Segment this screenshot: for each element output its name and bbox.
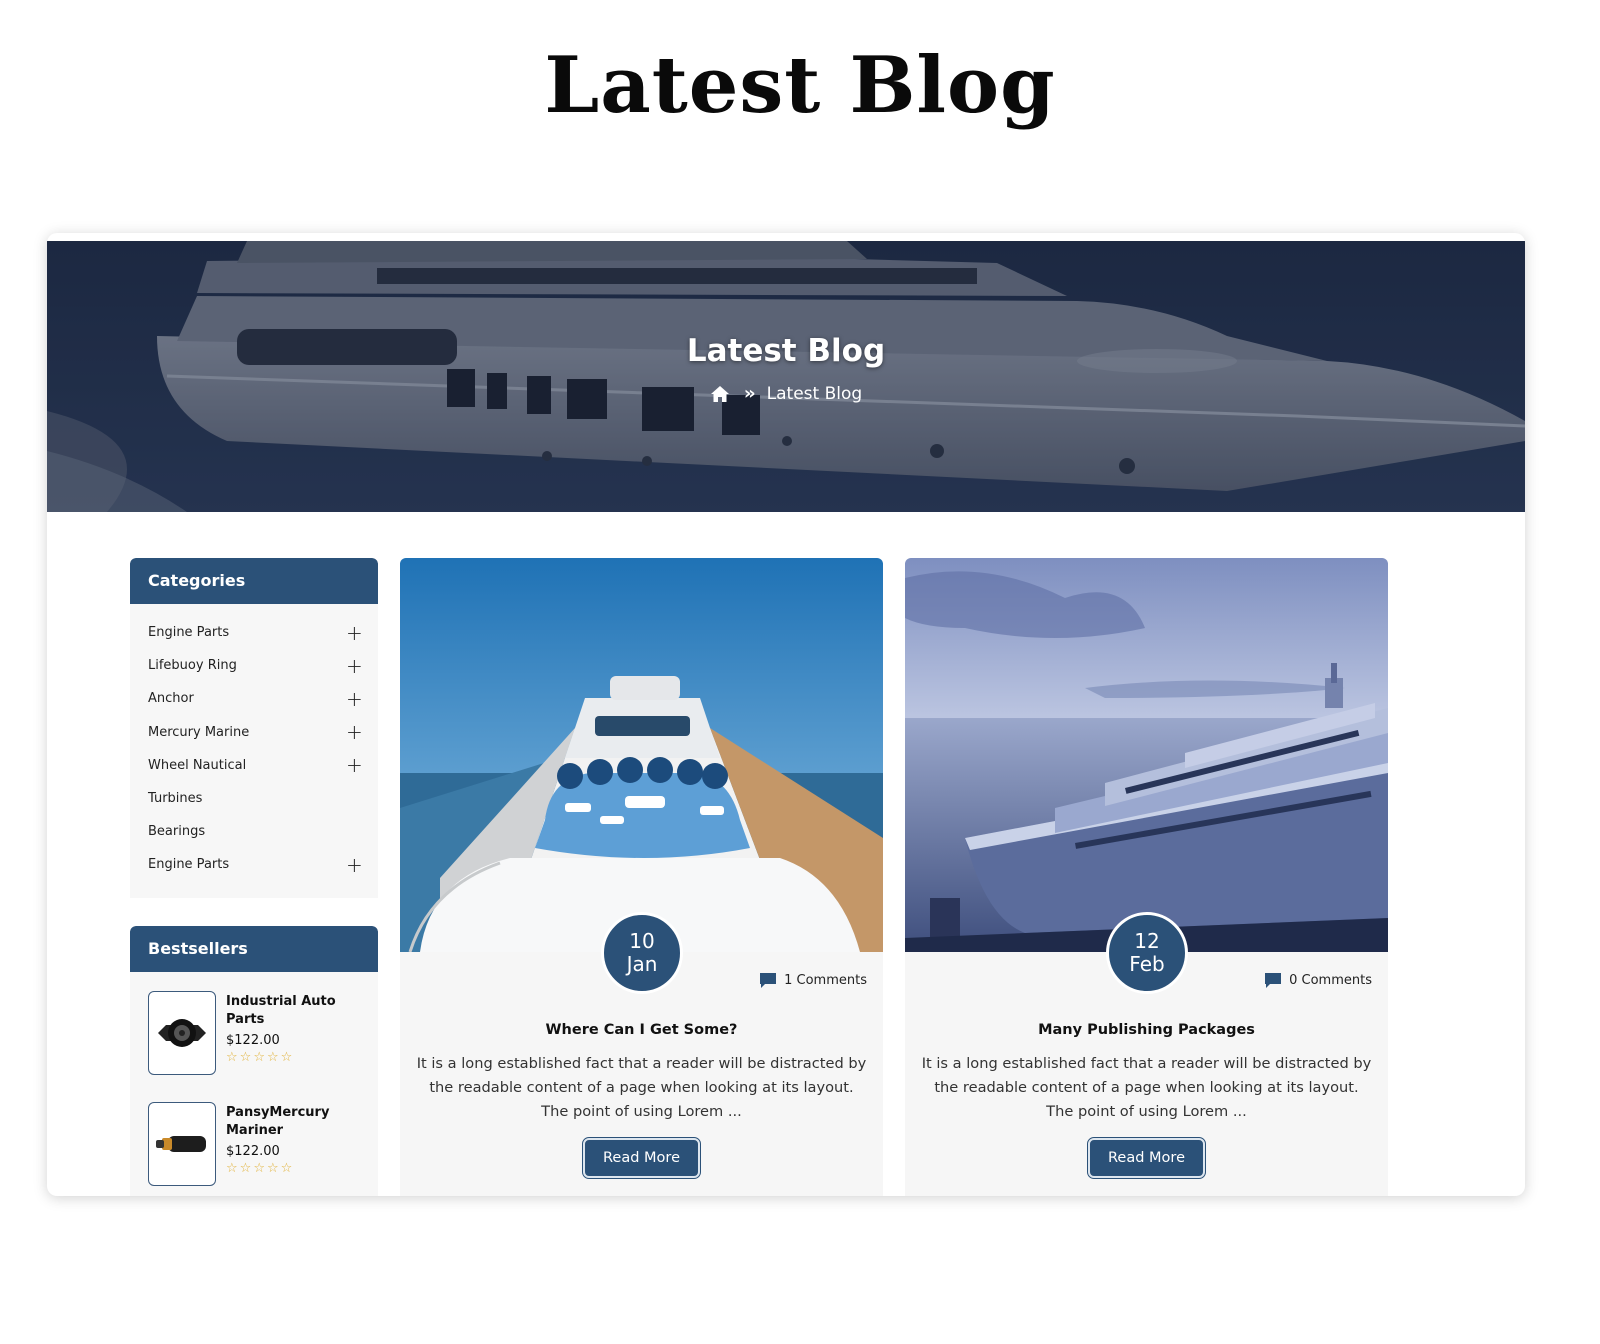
category-label[interactable]: Anchor	[148, 691, 194, 706]
star-icon: ☆	[226, 1050, 240, 1065]
category-label[interactable]: Wheel Nautical	[148, 758, 246, 773]
star-icon: ☆	[280, 1050, 295, 1065]
star-icon: ☆	[266, 1161, 281, 1176]
star-icon: ☆	[239, 1050, 254, 1065]
product-price: $122.00	[226, 1144, 280, 1159]
categories-list: Engine Parts + Lifebuoy Ring + Anchor + Mercur…	[130, 604, 378, 892]
comment-icon	[1265, 973, 1282, 988]
bestseller-item[interactable]: Industrial Auto Parts $122.00 ☆☆☆☆☆	[130, 991, 378, 1075]
blog-post-image[interactable]	[400, 558, 883, 952]
product-thumbnail[interactable]	[148, 991, 216, 1075]
category-label[interactable]: Lifebuoy Ring	[148, 658, 237, 673]
product-thumbnail[interactable]	[148, 1102, 216, 1186]
plus-icon[interactable]: +	[346, 656, 363, 676]
category-label[interactable]: Mercury Marine	[148, 725, 249, 740]
category-item[interactable]: Wheel Nautical +	[130, 749, 378, 782]
category-label[interactable]: Engine Parts	[148, 857, 229, 872]
blog-post-card: 12 Feb 0 Comments Many Publishing Packag…	[905, 558, 1388, 1196]
blog-post-image[interactable]	[905, 558, 1388, 952]
category-item[interactable]: Anchor +	[130, 682, 378, 715]
bestsellers-panel: Bestsellers Industrial Auto Parts $122.0…	[130, 926, 378, 1196]
post-comments[interactable]: 0 Comments	[1264, 972, 1372, 989]
star-rating: ☆☆☆☆☆	[226, 1050, 366, 1065]
double-chevron-right-icon: ››	[743, 383, 756, 404]
categories-title: Categories	[130, 558, 378, 604]
home-icon[interactable]	[710, 385, 730, 403]
plus-icon[interactable]: +	[346, 689, 363, 709]
blog-post-card: 10 Jan 1 Comments Where Can I Get Some? …	[400, 558, 883, 1196]
plus-icon[interactable]: +	[346, 722, 363, 742]
category-label[interactable]: Engine Parts	[148, 625, 229, 640]
category-label[interactable]: Turbines	[148, 791, 202, 806]
star-icon: ☆	[253, 1050, 267, 1065]
breadcrumb: ›› Latest Blog	[47, 383, 1525, 404]
bestseller-item[interactable]: PansyMercury Mariner $122.00 ☆☆☆☆☆	[130, 1102, 378, 1186]
categories-panel: Categories Engine Parts + Lifebuoy Ring + An…	[130, 558, 378, 898]
comments-count: 0 Comments	[1289, 973, 1372, 988]
star-icon: ☆	[239, 1161, 254, 1176]
superyacht-image	[905, 558, 1388, 952]
banner-title: Latest Blog	[686, 333, 886, 369]
star-icon: ☆	[253, 1161, 267, 1176]
category-item[interactable]: Lifebuoy Ring +	[130, 649, 378, 682]
engine-part-image	[158, 1019, 206, 1047]
category-item[interactable]: Bearings	[130, 815, 378, 848]
category-item[interactable]: Mercury Marine +	[130, 716, 378, 749]
post-excerpt: It is a long established fact that a rea…	[416, 1055, 867, 1120]
star-icon: ☆	[226, 1161, 240, 1176]
yacht-deck-image	[400, 558, 883, 952]
post-month: Jan	[626, 952, 658, 976]
star-icon: ☆	[280, 1161, 295, 1176]
star-icon: ☆	[266, 1050, 281, 1065]
post-title[interactable]: Many Publishing Packages	[905, 1022, 1388, 1038]
category-item[interactable]: Turbines	[130, 782, 378, 815]
post-comments[interactable]: 1 Comments	[759, 972, 867, 989]
post-date-badge: 10 Jan	[601, 912, 683, 994]
post-excerpt: It is a long established fact that a rea…	[921, 1055, 1372, 1120]
post-title[interactable]: Where Can I Get Some?	[400, 1022, 883, 1038]
category-item[interactable]: Engine Parts +	[130, 848, 378, 881]
post-month: Feb	[1129, 952, 1165, 976]
mariner-part-image	[156, 1136, 206, 1152]
plus-icon[interactable]: +	[346, 623, 363, 643]
post-date-badge: 12 Feb	[1106, 912, 1188, 994]
comments-count: 1 Comments	[784, 973, 867, 988]
post-day: 10	[629, 929, 655, 953]
plus-icon[interactable]: +	[346, 855, 363, 875]
star-rating: ☆☆☆☆☆	[226, 1161, 366, 1176]
read-more-button[interactable]: Read More	[1087, 1137, 1206, 1179]
plus-icon[interactable]: +	[346, 755, 363, 775]
read-more-button[interactable]: Read More	[582, 1137, 701, 1179]
breadcrumb-current: Latest Blog	[766, 383, 863, 404]
comment-icon	[760, 973, 777, 988]
category-label[interactable]: Bearings	[148, 824, 205, 839]
post-day: 12	[1134, 929, 1160, 953]
bestsellers-title: Bestsellers	[130, 926, 378, 972]
product-name[interactable]: Industrial Auto Parts	[226, 993, 366, 1029]
page-banner: Latest Blog ›› Latest Blog	[47, 241, 1525, 512]
banner-overlay	[47, 241, 1525, 512]
product-name[interactable]: PansyMercury Mariner	[226, 1104, 366, 1140]
page-heading: Latest Blog	[544, 40, 1056, 131]
product-price: $122.00	[226, 1033, 280, 1048]
category-item[interactable]: Engine Parts +	[130, 616, 378, 649]
blog-page-frame: Latest Blog ›› Latest Blog Categories En…	[47, 233, 1525, 1196]
